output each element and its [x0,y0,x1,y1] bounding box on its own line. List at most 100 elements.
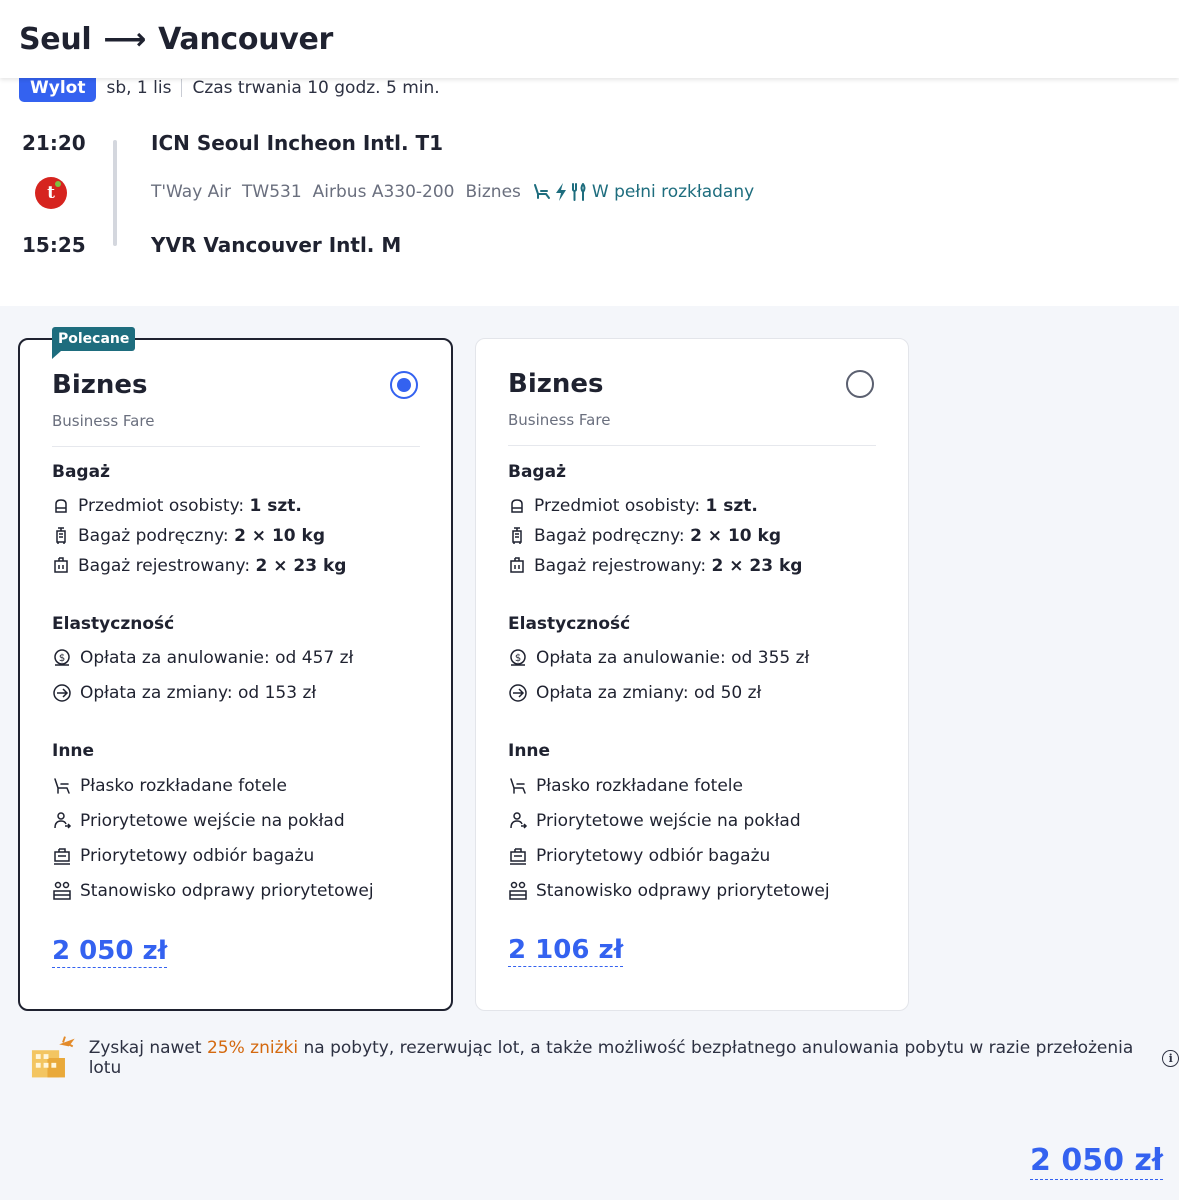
other-title: Inne [508,741,551,761]
route-header: Seul ⟶ Vancouver [0,0,1179,78]
change-fee-icon [53,684,71,702]
page-title: Seul ⟶ Vancouver [19,22,333,57]
checked-bag-row: Bagaż rejestrowany: 2 × 23 kg [508,556,802,576]
other-row-3: Priorytetowy odbiór bagażu [52,846,314,866]
personal-item-row: Przedmiot osobisty: 1 szt. [52,496,302,516]
other-text-2: Priorytetowe wejście na pokład [536,811,801,831]
departure-airport: ICN Seoul Incheon Intl. T1 [151,131,444,155]
other-text-1: Płasko rozkładane fotele [536,776,743,796]
fare-price[interactable]: 2 050 zł [52,936,168,969]
checked-bag-icon [510,557,524,573]
amenities[interactable]: W pełni rozkładany [532,182,754,202]
other-row-4: Stanowisko odprawy priorytetowej [52,881,374,901]
flat-seat-icon [54,778,70,794]
cabin-bag-row: Bagaż podręczny: 2 × 10 kg [52,526,325,546]
destination-city: Vancouver [158,21,334,57]
other-text-3: Priorytetowy odbiór bagażu [536,846,771,866]
airline-logo-dot [55,181,61,187]
baggage-title: Bagaż [508,462,566,482]
cabin-bag-icon [512,527,522,544]
fare-radio-unselected[interactable] [846,370,874,398]
fare-price[interactable]: 2 106 zł [508,935,624,968]
arrival-airport: YVR Vancouver Intl. M [151,233,402,257]
hotel-promo: Zyskaj nawet 25% zniżki na pobyty, rezer… [30,1034,1179,1082]
checked-bag-value: 2 × 23 kg [255,556,347,576]
svg-text:$: $ [59,653,65,664]
baggage-title: Bagaż [52,462,110,482]
personal-item-label: Przedmiot osobisty: [78,496,245,516]
flight-details: T'Way Air TW531 Airbus A330-200 Biznes W… [151,182,754,202]
cancel-fee-icon: $ [54,649,70,666]
priority-baggage-icon [54,848,70,865]
airline-logo-icon: t [35,177,67,209]
aircraft-type: Airbus A330-200 [312,182,455,202]
promo-highlight: 25% zniżki [206,1038,299,1058]
other-title: Inne [52,741,95,761]
checked-bag-label: Bagaż rejestrowany: [78,556,251,576]
flight-number: TW531 [242,182,302,202]
fare-subtitle: Business Fare [52,412,155,430]
personal-item-value: 1 szt. [705,496,758,516]
fare-name: Biznes [508,369,604,399]
checked-bag-row: Bagaż rejestrowany: 2 × 23 kg [52,556,346,576]
other-row-1: Płasko rozkładane fotele [508,776,743,796]
cancel-fee-row: $ Opłata za anulowanie: od 457 zł [52,648,353,668]
fare-name: Biznes [52,370,148,400]
fare-card-alternative[interactable]: Biznes Business Fare Bagaż Przedmiot oso… [475,338,909,1011]
other-text-2: Priorytetowe wejście na pokład [80,811,345,831]
cancel-fee-icon: $ [510,649,526,666]
promo-text: Zyskaj nawet 25% zniżki na pobyty, rezer… [89,1038,1141,1078]
personal-item-label: Przedmiot osobisty: [534,496,701,516]
cancel-fee-text: Opłata za anulowanie: od 457 zł [80,648,354,668]
departure-time: 21:20 [22,131,86,155]
meal-icon [571,183,586,201]
svg-text:$: $ [515,653,521,664]
change-fee-text: Opłata za zmiany: od 153 zł [80,683,317,703]
arrow-right-icon: ⟶ [103,21,147,57]
other-row-3: Priorytetowy odbiór bagażu [508,846,770,866]
checked-bag-label: Bagaż rejestrowany: [534,556,707,576]
personal-item-row: Przedmiot osobisty: 1 szt. [508,496,758,516]
airline-name: T'Way Air [151,182,232,202]
cancel-fee-text: Opłata za anulowanie: od 355 zł [536,648,810,668]
info-icon[interactable]: i [1162,1049,1179,1067]
other-row-2: Priorytetowe wejście na pokład [508,811,801,831]
flat-seat-icon [510,778,526,794]
cabin-class: Biznes [465,182,521,202]
cabin-bag-label: Bagaż podręczny: [78,526,229,546]
total-price[interactable]: 2 050 zł [1030,1143,1163,1180]
flight-date: sb, 1 lis [106,78,172,98]
change-fee-row: Opłata za zmiany: od 50 zł [508,683,761,703]
priority-boarding-icon [54,812,72,829]
fare-divider [52,446,420,447]
other-row-2: Priorytetowe wejście na pokład [52,811,345,831]
cabin-bag-icon [56,527,66,544]
airline-logo-letter: t [47,183,55,203]
timeline-line [113,140,117,246]
cabin-bag-value: 2 × 10 kg [234,526,326,546]
other-row-1: Płasko rozkładane fotele [52,776,287,796]
other-text-4: Stanowisko odprawy priorytetowej [536,881,830,901]
amenity-label: W pełni rozkładany [591,182,755,202]
personal-item-icon [55,499,67,513]
recommended-tag: Polecane [52,327,136,359]
cabin-bag-row: Bagaż podręczny: 2 × 10 kg [508,526,781,546]
origin-city: Seul [19,21,92,57]
priority-checkin-icon [53,881,71,900]
flexibility-title: Elastyczność [508,614,631,634]
flight-meta: Wylot sb, 1 lis Czas trwania 10 godz. 5 … [19,74,440,102]
arrival-time: 15:25 [22,233,86,257]
personal-item-icon [511,499,523,513]
fare-card-recommended[interactable]: Polecane Biznes Business Fare Bagaż Prze… [18,327,453,1011]
other-row-4: Stanowisko odprawy priorytetowej [508,881,830,901]
flight-segment: Wylot sb, 1 lis Czas trwania 10 godz. 5 … [0,74,1179,306]
seat-icon [533,184,550,199]
priority-checkin-icon [509,881,527,900]
change-fee-row: Opłata za zmiany: od 153 zł [52,683,316,703]
fare-radio-selected[interactable] [390,371,418,399]
meta-divider [181,79,183,97]
hotel-promo-icon [31,1036,75,1078]
other-text-4: Stanowisko odprawy priorytetowej [80,881,374,901]
fare-divider [508,445,876,446]
power-icon [555,183,566,201]
